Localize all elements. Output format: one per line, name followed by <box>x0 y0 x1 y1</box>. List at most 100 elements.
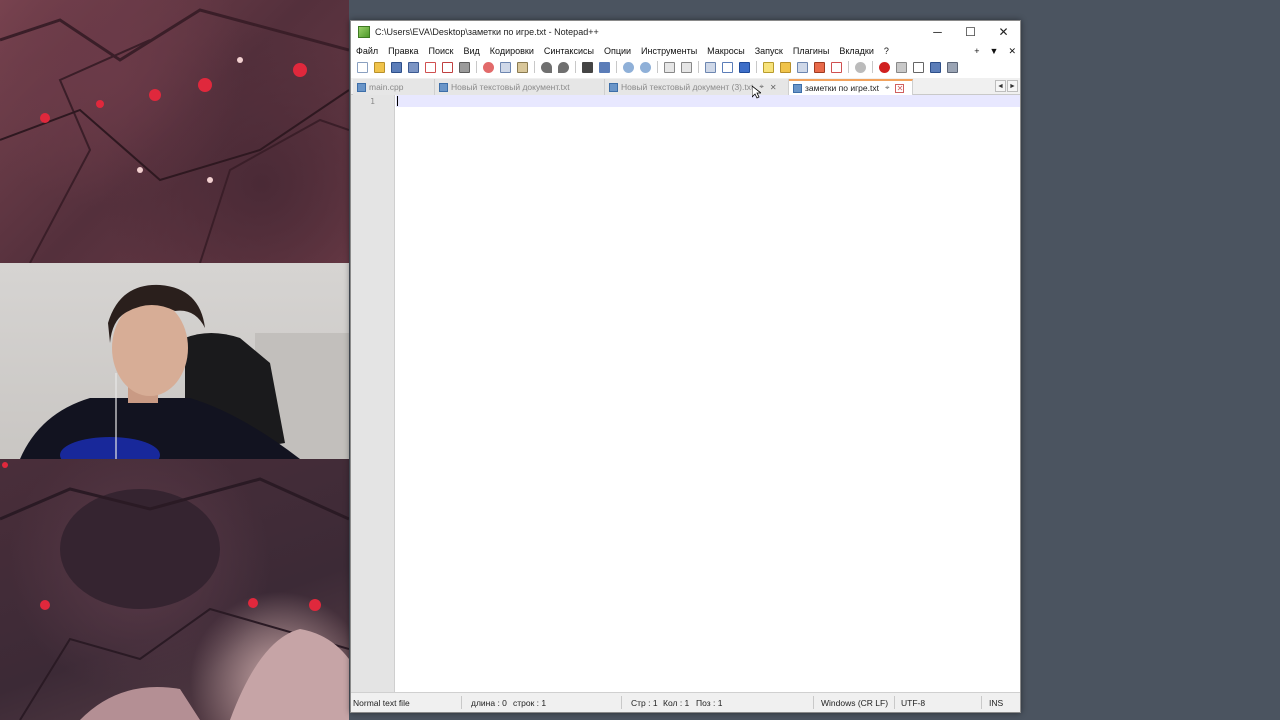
run-macro-multiple-icon[interactable] <box>930 61 941 73</box>
tab-close-icon[interactable]: ✕ <box>770 83 777 92</box>
status-separator <box>981 696 982 709</box>
line-number: 1 <box>370 97 375 106</box>
title-bar[interactable]: C:\Users\EVA\Desktop\заметки по игре.txt… <box>351 21 1020 43</box>
new-file-icon[interactable] <box>357 61 368 73</box>
folder-workspace-icon[interactable] <box>780 61 791 73</box>
webcam-person <box>20 284 349 459</box>
menu-window[interactable]: Вкладки <box>834 46 879 56</box>
tab-new-text-document[interactable]: Новый текстовый документ.txt <box>435 79 605 95</box>
zoom-in-icon[interactable] <box>623 61 634 73</box>
webcam-feed <box>0 263 349 459</box>
sync-vertical-icon[interactable] <box>664 61 675 73</box>
menu-help[interactable]: ? <box>879 46 894 56</box>
redo-icon[interactable] <box>558 61 569 73</box>
menu-search[interactable]: Поиск <box>424 46 459 56</box>
tab-bar: main.cpp Новый текстовый документ.txt Но… <box>351 78 1020 95</box>
menu-plugins[interactable]: Плагины <box>788 46 834 56</box>
status-position: Поз : 1 <box>696 698 723 708</box>
cut-icon[interactable] <box>483 61 494 73</box>
text-editor[interactable]: 1 <box>351 95 1020 692</box>
menu-tools[interactable]: Инструменты <box>636 46 702 56</box>
status-column: Кол : 1 <box>663 698 690 708</box>
open-file-icon[interactable] <box>374 61 385 73</box>
close-icon[interactable] <box>425 61 436 73</box>
menu-encoding[interactable]: Кодировки <box>485 46 539 56</box>
save-icon[interactable] <box>391 61 402 73</box>
toolbar-separator <box>756 61 757 73</box>
play-macro-icon[interactable] <box>896 61 907 73</box>
menu-run[interactable]: Запуск <box>750 46 788 56</box>
toolbar-separator <box>848 61 849 73</box>
close-button[interactable]: ✕ <box>987 21 1020 43</box>
document-icon <box>439 82 448 92</box>
close-doc-icon[interactable]: ✕ <box>1008 46 1016 57</box>
dropdown-icon[interactable]: ▼ <box>990 46 999 56</box>
tab-main-cpp[interactable]: main.cpp <box>353 79 435 95</box>
tab-new-text-document-3[interactable]: Новый текстовый документ (3).txt ⌖ ✕ <box>605 79 789 95</box>
status-file-type: Normal text file <box>353 698 410 708</box>
status-separator <box>621 696 622 709</box>
mouse-cursor-icon <box>752 86 761 99</box>
document-icon <box>357 82 366 92</box>
status-encoding: UTF-8 <box>901 698 926 708</box>
indent-guide-icon[interactable] <box>739 61 750 73</box>
sync-horizontal-icon[interactable] <box>681 61 692 73</box>
pin-icon[interactable]: ⌖ <box>885 83 890 93</box>
notepad-app-icon <box>358 26 370 38</box>
menu-macro[interactable]: Макросы <box>702 46 750 56</box>
toolbar-separator <box>616 61 617 73</box>
add-icon[interactable]: + <box>974 46 979 56</box>
tab-label: Новый текстовый документ (3).txt <box>621 82 754 92</box>
text-caret <box>397 96 398 106</box>
tab-scroll-left-icon[interactable]: ◄ <box>995 80 1006 92</box>
menu-view[interactable]: Вид <box>459 46 485 56</box>
function-list-icon[interactable] <box>763 61 774 73</box>
artwork-bottom-decoration <box>0 462 349 720</box>
toolbar-separator <box>872 61 873 73</box>
save-macro-icon[interactable] <box>947 61 958 73</box>
stop-macro-icon[interactable] <box>879 61 890 73</box>
status-separator <box>813 696 814 709</box>
menu-settings[interactable]: Опции <box>599 46 636 56</box>
background-artwork-top <box>0 0 349 263</box>
status-line: Стр : 1 <box>631 698 658 708</box>
paste-icon[interactable] <box>517 61 528 73</box>
menu-bar: Файл Правка Поиск Вид Кодировки Синтакси… <box>351 43 1020 59</box>
run-macro-icon[interactable] <box>913 61 924 73</box>
save-all-icon[interactable] <box>408 61 419 73</box>
status-length: длина : 0 <box>471 698 507 708</box>
document-icon <box>609 82 618 92</box>
undo-icon[interactable] <box>541 61 552 73</box>
tab-game-notes[interactable]: заметки по игре.txt ⌖ ✕ <box>789 79 913 95</box>
copy-icon[interactable] <box>500 61 511 73</box>
menu-language[interactable]: Синтаксисы <box>539 46 599 56</box>
artwork-top-decoration <box>0 8 349 263</box>
show-all-chars-icon[interactable] <box>722 61 733 73</box>
toolbar-separator <box>534 61 535 73</box>
replace-icon[interactable] <box>599 61 610 73</box>
doc-map-icon[interactable] <box>797 61 808 73</box>
print-icon[interactable] <box>459 61 470 73</box>
window-title: C:\Users\EVA\Desktop\заметки по игре.txt… <box>375 27 599 37</box>
menu-file[interactable]: Файл <box>351 46 383 56</box>
record-macro-icon[interactable] <box>831 61 842 73</box>
document-icon <box>793 83 802 93</box>
find-icon[interactable] <box>582 61 593 73</box>
stream-overlay <box>0 0 349 720</box>
status-insert-mode: INS <box>989 698 1004 708</box>
maximize-button[interactable]: ☐ <box>954 21 987 43</box>
minimize-button[interactable]: ─ <box>921 21 954 43</box>
background-artwork-bottom <box>0 459 349 720</box>
tab-scroll-right-icon[interactable]: ► <box>1007 80 1018 92</box>
menu-edit[interactable]: Правка <box>383 46 423 56</box>
status-bar: Normal text file длина : 0 строк : 1 Стр… <box>351 692 1020 712</box>
close-all-icon[interactable] <box>442 61 453 73</box>
monitor-icon[interactable] <box>814 61 825 73</box>
tab-close-icon[interactable]: ✕ <box>895 83 905 93</box>
eye-icon[interactable] <box>855 61 866 73</box>
word-wrap-icon[interactable] <box>705 61 716 73</box>
status-eol: Windows (CR LF) <box>821 698 889 708</box>
line-number-gutter: 1 <box>351 95 395 692</box>
zoom-out-icon[interactable] <box>640 61 651 73</box>
toolbar-separator <box>698 61 699 73</box>
